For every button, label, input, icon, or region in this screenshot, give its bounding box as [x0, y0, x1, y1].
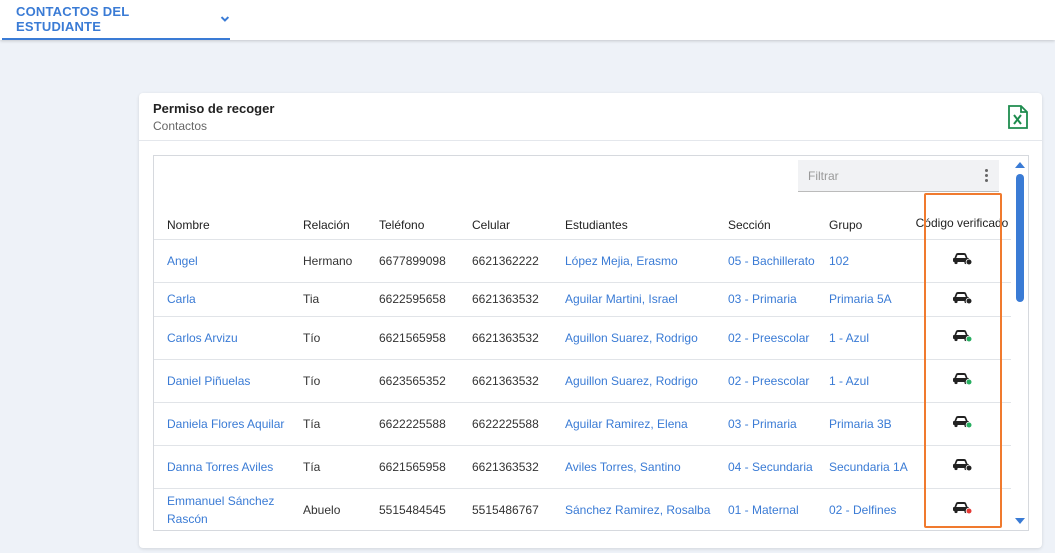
cell-telefono: 6677899098	[366, 239, 459, 283]
chevron-down-icon	[220, 16, 230, 22]
cell-codigo-verificado[interactable]	[912, 445, 1012, 489]
header-grupo[interactable]: Grupo	[816, 193, 912, 240]
cell-seccion[interactable]: 01 - Maternal	[715, 488, 816, 530]
car-icon	[953, 330, 973, 343]
cell-nombre[interactable]: Emmanuel Sánchez Rascón	[154, 488, 290, 530]
header-estudiantes[interactable]: Estudiantes	[552, 193, 715, 240]
cell-codigo-verificado[interactable]	[912, 239, 1012, 283]
cell-nombre[interactable]: Carlos Arvizu	[154, 316, 290, 360]
cell-telefono: 6623565352	[366, 359, 459, 403]
cell-celular: 6622225588	[459, 402, 552, 446]
header-nombre[interactable]: Nombre	[154, 193, 290, 240]
table-row[interactable]: Emmanuel Sánchez Rascón Abuelo 5515484545 5…	[154, 488, 1012, 530]
table-row[interactable]: Daniela Flores Aquilar Tía 6622225588 66222…	[154, 402, 1012, 446]
table-row[interactable]: Angel Hermano 6677899098 6621362222 López Me…	[154, 239, 1012, 283]
header-seccion[interactable]: Sección	[715, 193, 816, 240]
cell-seccion[interactable]: 04 - Secundaria	[715, 445, 816, 489]
cell-seccion[interactable]: 02 - Preescolar	[715, 359, 816, 403]
contacts-table: Nombre Relación Teléfono Celular Estudia…	[154, 193, 1012, 530]
cell-codigo-verificado[interactable]	[912, 359, 1012, 403]
car-icon	[953, 502, 973, 515]
scroll-up-arrow[interactable]	[1015, 162, 1025, 168]
cell-celular: 6621363532	[459, 445, 552, 489]
card-header: Permiso de recoger Contactos	[139, 93, 1042, 141]
cell-nombre[interactable]: Daniela Flores Aquilar	[154, 402, 290, 446]
car-icon	[953, 253, 973, 266]
cell-nombre[interactable]: Carla	[154, 282, 290, 317]
cell-estudiantes[interactable]: Sánchez Ramirez, Rosalba	[552, 488, 715, 530]
cell-grupo[interactable]: 1 - Azul	[816, 359, 912, 403]
cell-estudiantes[interactable]: Aguilar Martini, Israel	[552, 282, 715, 317]
cell-grupo[interactable]: 1 - Azul	[816, 316, 912, 360]
car-icon	[953, 416, 973, 429]
cell-telefono: 6622225588	[366, 402, 459, 446]
table-row[interactable]: Carla Tia 6622595658 6621363532 Aguilar Mart…	[154, 282, 1012, 317]
header-telefono[interactable]: Teléfono	[366, 193, 459, 240]
cell-grupo[interactable]: Primaria 5A	[816, 282, 912, 317]
more-vert-icon[interactable]	[983, 169, 989, 183]
car-icon	[953, 459, 973, 472]
cell-nombre[interactable]: Daniel Piñuelas	[154, 359, 290, 403]
cell-grupo[interactable]: 102	[816, 239, 912, 283]
table-row[interactable]: Daniel Piñuelas Tío 6623565352 6621363532 Ag…	[154, 359, 1012, 403]
cell-nombre[interactable]: Danna Torres Aviles	[154, 445, 290, 489]
cell-celular: 6621363532	[459, 359, 552, 403]
cell-celular: 6621363532	[459, 282, 552, 317]
car-icon	[953, 373, 973, 386]
cell-celular: 6621362222	[459, 239, 552, 283]
cell-estudiantes[interactable]: Aguillon Suarez, Rodrigo	[552, 359, 715, 403]
cell-seccion[interactable]: 03 - Primaria	[715, 402, 816, 446]
cell-nombre[interactable]: Angel	[154, 239, 290, 283]
cell-grupo[interactable]: 02 - Delfines	[816, 488, 912, 530]
header-codigo-verificado[interactable]: Código verificado	[912, 193, 1012, 240]
scroll-down-arrow[interactable]	[1015, 518, 1025, 524]
car-icon	[953, 291, 973, 304]
vertical-scrollbar[interactable]	[1011, 156, 1028, 530]
cell-estudiantes[interactable]: López Mejia, Erasmo	[552, 239, 715, 283]
cell-celular: 6621363532	[459, 316, 552, 360]
tab-label: CONTACTOS DEL ESTUDIANTE	[16, 4, 130, 34]
cell-seccion[interactable]: 02 - Preescolar	[715, 316, 816, 360]
cell-celular: 5515486767	[459, 488, 552, 530]
cell-estudiantes[interactable]: Aviles Torres, Santino	[552, 445, 715, 489]
cell-codigo-verificado[interactable]	[912, 282, 1012, 317]
scroll-thumb[interactable]	[1016, 174, 1024, 302]
cell-relacion: Tío	[290, 359, 366, 403]
cell-relacion: Tia	[290, 282, 366, 317]
cell-relacion: Tía	[290, 402, 366, 446]
cell-seccion[interactable]: 03 - Primaria	[715, 282, 816, 317]
cell-relacion: Abuelo	[290, 488, 366, 530]
cell-telefono: 6622595658	[366, 282, 459, 317]
table-header-row: Nombre Relación Teléfono Celular Estudia…	[154, 193, 1012, 240]
cell-grupo[interactable]: Primaria 3B	[816, 402, 912, 446]
table-row[interactable]: Carlos Arvizu Tío 6621565958 6621363532 Agui…	[154, 316, 1012, 360]
excel-export-icon[interactable]	[1007, 105, 1029, 129]
cell-telefono: 5515484545	[366, 488, 459, 530]
cell-grupo[interactable]: Secundaria 1A	[816, 445, 912, 489]
card-title: Permiso de recoger	[153, 101, 275, 116]
table-row[interactable]: Danna Torres Aviles Tía 6621565958 66213635…	[154, 445, 1012, 489]
card-subtitle: Contactos	[153, 119, 208, 133]
header-celular[interactable]: Celular	[459, 193, 552, 240]
filter-box	[798, 160, 999, 192]
header-relacion[interactable]: Relación	[290, 193, 366, 240]
filter-input[interactable]	[798, 160, 968, 191]
cell-relacion: Hermano	[290, 239, 366, 283]
cell-codigo-verificado[interactable]	[912, 402, 1012, 446]
cell-codigo-verificado[interactable]	[912, 316, 1012, 360]
top-nav-bar: CONTACTOS DEL ESTUDIANTE	[0, 0, 1055, 40]
cell-seccion[interactable]: 05 - Bachillerato	[715, 239, 816, 283]
cell-relacion: Tío	[290, 316, 366, 360]
tab-contactos-estudiante[interactable]: CONTACTOS DEL ESTUDIANTE	[2, 0, 230, 40]
cell-estudiantes[interactable]: Aguilar Ramirez, Elena	[552, 402, 715, 446]
cell-estudiantes[interactable]: Aguillon Suarez, Rodrigo	[552, 316, 715, 360]
table-body: Angel Hermano 6677899098 6621362222 López Me…	[154, 239, 1012, 530]
contacts-table-container: Nombre Relación Teléfono Celular Estudia…	[153, 155, 1029, 531]
cell-telefono: 6621565958	[366, 316, 459, 360]
cell-relacion: Tía	[290, 445, 366, 489]
cell-telefono: 6621565958	[366, 445, 459, 489]
pickup-permission-card: Permiso de recoger Contactos Nombre Rela…	[139, 93, 1042, 548]
cell-codigo-verificado[interactable]	[912, 488, 1012, 530]
